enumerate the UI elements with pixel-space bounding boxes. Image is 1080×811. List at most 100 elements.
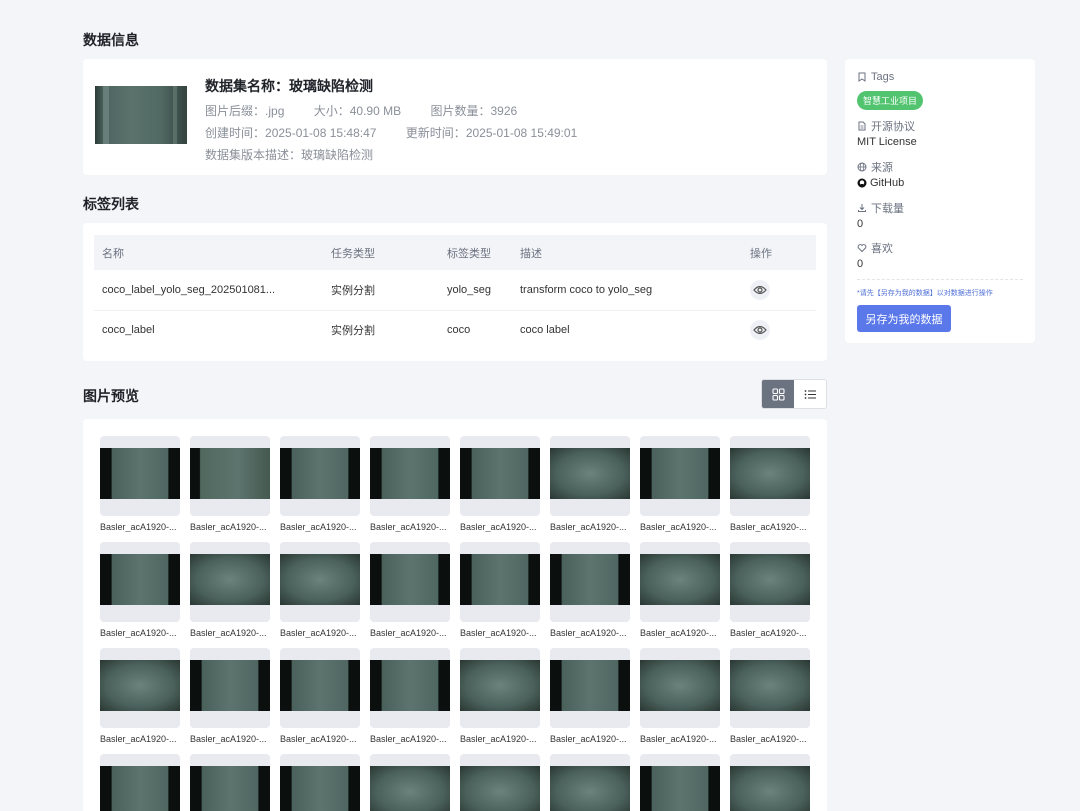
gallery-item[interactable]: Basler_acA1920-... [280, 754, 360, 811]
col-header-desc: 描述 [512, 235, 742, 270]
grid-view-button[interactable] [762, 380, 794, 408]
list-icon [804, 389, 816, 399]
gallery-thumbnail-frame [190, 436, 270, 516]
gallery-thumbnail-image [370, 448, 450, 499]
gallery-item[interactable]: Basler_acA1920-... [100, 754, 180, 811]
gallery-thumbnail-frame [370, 754, 450, 811]
gallery-item[interactable]: Basler_acA1920-... [460, 754, 540, 811]
gallery-item[interactable]: Basler_acA1920-... [190, 754, 270, 811]
view-label-button[interactable] [750, 320, 770, 341]
gallery-thumbnail-frame [550, 436, 630, 516]
gallery-item[interactable]: Basler_acA1920-... [640, 754, 720, 811]
dataset-name-value: 玻璃缺陷检测 [289, 78, 373, 94]
suffix-value: .jpg [265, 104, 285, 118]
gallery-item[interactable]: Basler_acA1920-... [460, 542, 540, 638]
gallery-thumbnail-image [280, 660, 360, 711]
gallery-caption: Basler_acA1920-... [730, 734, 807, 744]
created-label: 创建时间： [205, 126, 266, 140]
gallery-thumbnail-image [460, 766, 540, 811]
gallery-thumbnail-image [280, 766, 360, 811]
source-value-row[interactable]: GitHub [857, 177, 904, 189]
gallery-caption: Basler_acA1920-... [730, 522, 807, 532]
gallery-thumbnail-image [100, 554, 180, 605]
view-label-button[interactable] [750, 279, 770, 300]
cell-desc: transform coco to yolo_seg [512, 270, 742, 311]
gallery-item[interactable]: Basler_acA1920-... [730, 542, 810, 638]
gallery-item[interactable]: Basler_acA1920-... [190, 648, 270, 744]
col-header-name: 名称 [94, 235, 323, 270]
gallery-caption: Basler_acA1920-... [190, 628, 267, 638]
gallery-thumbnail-frame [190, 648, 270, 728]
gallery-thumbnail-frame [190, 542, 270, 622]
gallery-item[interactable]: Basler_acA1920-... [550, 542, 630, 638]
gallery-item[interactable]: Basler_acA1920-... [730, 754, 810, 811]
gallery-item[interactable]: Basler_acA1920-... [280, 542, 360, 638]
gallery-item[interactable]: Basler_acA1920-... [100, 648, 180, 744]
source-value: GitHub [870, 177, 905, 189]
gallery-item[interactable]: Basler_acA1920-... [100, 542, 180, 638]
size-label: 大小： [313, 104, 350, 118]
col-header-type: 标签类型 [439, 235, 512, 270]
gallery-thumbnail-image [190, 554, 270, 605]
gallery-item[interactable]: Basler_acA1920-... [730, 648, 810, 744]
updated-value: 2025-01-08 15:49:01 [465, 126, 578, 140]
gallery-thumbnail-frame [460, 436, 540, 516]
gallery-thumbnail-image [550, 448, 630, 499]
gallery-thumbnail-frame [460, 754, 540, 811]
cell-action [742, 270, 816, 311]
tag-badge[interactable]: 智慧工业项目 [857, 91, 924, 110]
save-as-my-data-button[interactable]: 另存为我的数据 [857, 305, 951, 332]
gallery-item[interactable]: Basler_acA1920-... [370, 436, 450, 532]
gallery-thumbnail-image [640, 766, 720, 811]
updated-label: 更新时间： [405, 126, 466, 140]
gallery-item[interactable]: Basler_acA1920-... [640, 436, 720, 532]
gallery-caption: Basler_acA1920-... [100, 522, 177, 532]
gallery-thumbnail-frame [370, 542, 450, 622]
gallery-item[interactable]: Basler_acA1920-... [640, 648, 720, 744]
count-label: 图片数量： [430, 104, 491, 118]
gallery-item[interactable]: Basler_acA1920-... [280, 436, 360, 532]
gallery-thumbnail-frame [190, 754, 270, 811]
gallery-item[interactable]: Basler_acA1920-... [640, 542, 720, 638]
gallery-caption: Basler_acA1920-... [370, 734, 447, 744]
label-table-header: 名称 任务类型 标签类型 描述 操作 [94, 235, 816, 270]
gallery-item[interactable]: Basler_acA1920-... [370, 648, 450, 744]
gallery-thumbnail-frame [100, 436, 180, 516]
gallery-item[interactable]: Basler_acA1920-... [280, 648, 360, 744]
gallery-caption: Basler_acA1920-... [460, 522, 537, 532]
gallery-caption: Basler_acA1920-... [550, 628, 627, 638]
gallery-thumbnail-image [280, 554, 360, 605]
dataset-name: 数据集名称：玻璃缺陷检测 [205, 76, 373, 96]
gallery-thumbnail-frame [640, 436, 720, 516]
likes-label: 喜欢 [871, 243, 893, 255]
downloads-label: 下载量 [871, 203, 904, 215]
col-header-action: 操作 [742, 235, 816, 270]
col-header-task: 任务类型 [323, 235, 439, 270]
source-label: 来源 [871, 162, 893, 174]
table-row: coco_label_yolo_seg_202501081... 实例分割 yo… [94, 270, 816, 311]
gallery-caption: Basler_acA1920-... [460, 734, 537, 744]
eye-icon [753, 326, 767, 335]
gallery-thumbnail-image [280, 448, 360, 499]
divider [857, 279, 1023, 280]
gallery-caption: Basler_acA1920-... [460, 628, 537, 638]
gallery-item[interactable]: Basler_acA1920-... [730, 436, 810, 532]
gallery-item[interactable]: Basler_acA1920-... [100, 436, 180, 532]
dataset-info-card: 数据集名称：玻璃缺陷检测 图片后缀：.jpg 大小：40.90 MB 图片数量：… [83, 59, 827, 175]
gallery-item[interactable]: Basler_acA1920-... [460, 648, 540, 744]
source-label-row: 来源 [857, 159, 893, 175]
gallery-caption: Basler_acA1920-... [730, 628, 807, 638]
gallery-item[interactable]: Basler_acA1920-... [550, 754, 630, 811]
list-view-button[interactable] [794, 380, 826, 408]
gallery-item[interactable]: Basler_acA1920-... [550, 648, 630, 744]
gallery-item[interactable]: Basler_acA1920-... [460, 436, 540, 532]
gallery-caption: Basler_acA1920-... [640, 628, 717, 638]
gallery-item[interactable]: Basler_acA1920-... [370, 542, 450, 638]
gallery-item[interactable]: Basler_acA1920-... [190, 542, 270, 638]
gallery-item[interactable]: Basler_acA1920-... [190, 436, 270, 532]
gallery-item[interactable]: Basler_acA1920-... [550, 436, 630, 532]
gallery-thumbnail-frame [100, 542, 180, 622]
dataset-meta-row-1: 图片后缀：.jpg 大小：40.90 MB 图片数量：3926 [205, 102, 517, 119]
gallery-thumbnail-image [460, 660, 540, 711]
gallery-item[interactable]: Basler_acA1920-... [370, 754, 450, 811]
